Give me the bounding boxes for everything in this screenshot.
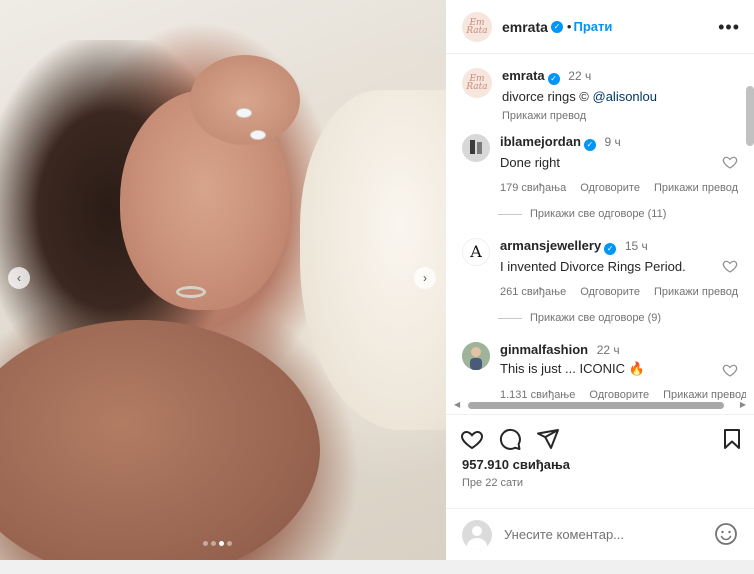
view-replies-label: Прикажи све одговоре (9) — [530, 312, 662, 324]
photo-earring — [176, 286, 206, 298]
carousel-dots — [203, 541, 232, 546]
view-replies-link[interactable]: Прикажи све одговоре (9) — [498, 312, 661, 324]
post-likes-count[interactable]: 957.910 свиђања — [462, 457, 570, 472]
caption: Em Rata emrata ✓ 22 ч divorce rings © @al… — [462, 68, 746, 122]
comment-likes[interactable]: 261 свиђање — [500, 286, 566, 298]
comment-text: I invented Divorce Rings Period. — [500, 258, 686, 274]
caption-body: divorce rings © — [502, 88, 593, 104]
photo-ring — [250, 130, 266, 140]
comment-username[interactable]: ginmalfashion — [500, 342, 588, 357]
comment-heart-icon[interactable] — [722, 154, 738, 170]
comment-reply-button[interactable]: Одговорите — [580, 286, 640, 298]
comments-vertical-scrollbar[interactable] — [746, 86, 754, 146]
scroll-right-icon[interactable]: ▶ — [740, 400, 746, 409]
post-actions — [446, 414, 754, 460]
commenter-avatar-image — [462, 134, 490, 162]
comment-composer — [446, 508, 754, 560]
replies-divider — [498, 213, 522, 215]
avatar-body — [467, 537, 487, 550]
comment-translate-link[interactable]: Прикажи превод — [654, 286, 738, 298]
photo-pillow — [300, 90, 446, 430]
carousel-prev-button[interactable]: ‹ — [8, 267, 30, 289]
carousel-dot-active — [219, 541, 224, 546]
commenter-avatar-image — [462, 342, 490, 370]
comment-reply-button[interactable]: Одговорите — [580, 182, 640, 194]
share-icon[interactable] — [536, 427, 560, 451]
comment-item: iblamejordan ✓ 9 ч Done right 179 свиђања… — [462, 134, 746, 194]
photo-ring — [236, 108, 252, 118]
commenter-avatar[interactable]: A — [462, 238, 490, 266]
caption-mention-link[interactable]: @alisonlou — [593, 89, 658, 104]
emoji-icon[interactable] — [714, 522, 738, 546]
comment-likes[interactable]: 1.131 свиђање — [500, 389, 575, 400]
carousel-next-button[interactable]: › — [414, 267, 436, 289]
more-icon[interactable]: ••• — [718, 17, 740, 38]
post-timestamp[interactable]: Пре 22 сати — [462, 477, 523, 489]
carousel-dot — [211, 541, 216, 546]
comment-translate-link[interactable]: Прикажи превод — [654, 182, 738, 194]
comment-reply-button[interactable]: Одговорите — [589, 389, 649, 400]
caption-translate-link[interactable]: Прикажи превод — [502, 110, 746, 122]
carousel-dot — [227, 541, 232, 546]
caption-time[interactable]: 22 ч — [568, 69, 591, 83]
author-avatar[interactable]: Em Rata — [462, 68, 492, 98]
carousel-dot — [203, 541, 208, 546]
verified-icon: ✓ — [583, 138, 596, 151]
bookmark-icon[interactable] — [720, 427, 744, 451]
view-replies-label: Прикажи све одговоре (11) — [530, 208, 667, 220]
comment-item: ginmalfashion 22 ч This is just ... ICON… — [462, 342, 746, 400]
author-avatar[interactable]: Em Rata — [462, 11, 492, 42]
window-bottom-strip — [0, 560, 754, 574]
commenter-avatar[interactable] — [462, 134, 490, 162]
comment-text: Done right — [500, 154, 560, 170]
post-header: Em Rata emrata ✓ • Прати ••• — [446, 0, 754, 54]
comment-time[interactable]: 9 ч — [605, 135, 621, 149]
photo-hand — [190, 55, 300, 145]
comment-translate-link[interactable]: Прикажи превод — [663, 389, 746, 400]
header-separator: • — [566, 19, 572, 34]
scroll-left-icon[interactable]: ◀ — [454, 400, 460, 409]
caption-text: divorce rings © @alisonlou — [502, 89, 746, 104]
comment-icon[interactable] — [498, 427, 522, 451]
author-username[interactable]: emrata — [502, 19, 548, 35]
comments-horizontal-scrollbar[interactable]: ◀ ▶ — [454, 400, 746, 410]
comment-text: This is just ... ICONIC 🔥 — [500, 361, 645, 376]
caption-username[interactable]: emrata — [502, 68, 545, 83]
avatar-head — [472, 525, 482, 536]
comment-item: A armansjewellery ✓ 15 ч I invented Divor… — [462, 238, 746, 298]
comment-username[interactable]: iblamejordan — [500, 134, 581, 149]
verified-icon: ✓ — [550, 20, 563, 33]
follow-button[interactable]: Прати — [573, 19, 612, 34]
post-photo[interactable]: ‹ › — [0, 0, 446, 560]
verified-icon: ✓ — [604, 242, 617, 255]
heart-icon[interactable] — [460, 427, 484, 451]
comment-time[interactable]: 22 ч — [597, 343, 620, 357]
commenter-avatar[interactable] — [462, 342, 490, 370]
view-replies-link[interactable]: Прикажи све одговоре (11) — [498, 208, 666, 220]
comments-list[interactable]: Em Rata emrata ✓ 22 ч divorce rings © @al… — [446, 54, 746, 400]
verified-icon: ✓ — [547, 72, 560, 85]
comment-time[interactable]: 15 ч — [625, 239, 648, 253]
post-side-panel: Em Rata emrata ✓ • Прати ••• Em Rata emr… — [446, 0, 754, 560]
photo-arm — [0, 320, 320, 560]
comment-likes[interactable]: 179 свиђања — [500, 182, 566, 194]
comment-heart-icon[interactable] — [722, 362, 738, 378]
comment-username[interactable]: armansjewellery — [500, 238, 601, 253]
replies-divider — [498, 317, 522, 319]
scrollbar-thumb[interactable] — [468, 402, 724, 409]
comment-input[interactable] — [504, 527, 704, 542]
current-user-avatar — [462, 519, 492, 550]
comment-heart-icon[interactable] — [722, 258, 738, 274]
